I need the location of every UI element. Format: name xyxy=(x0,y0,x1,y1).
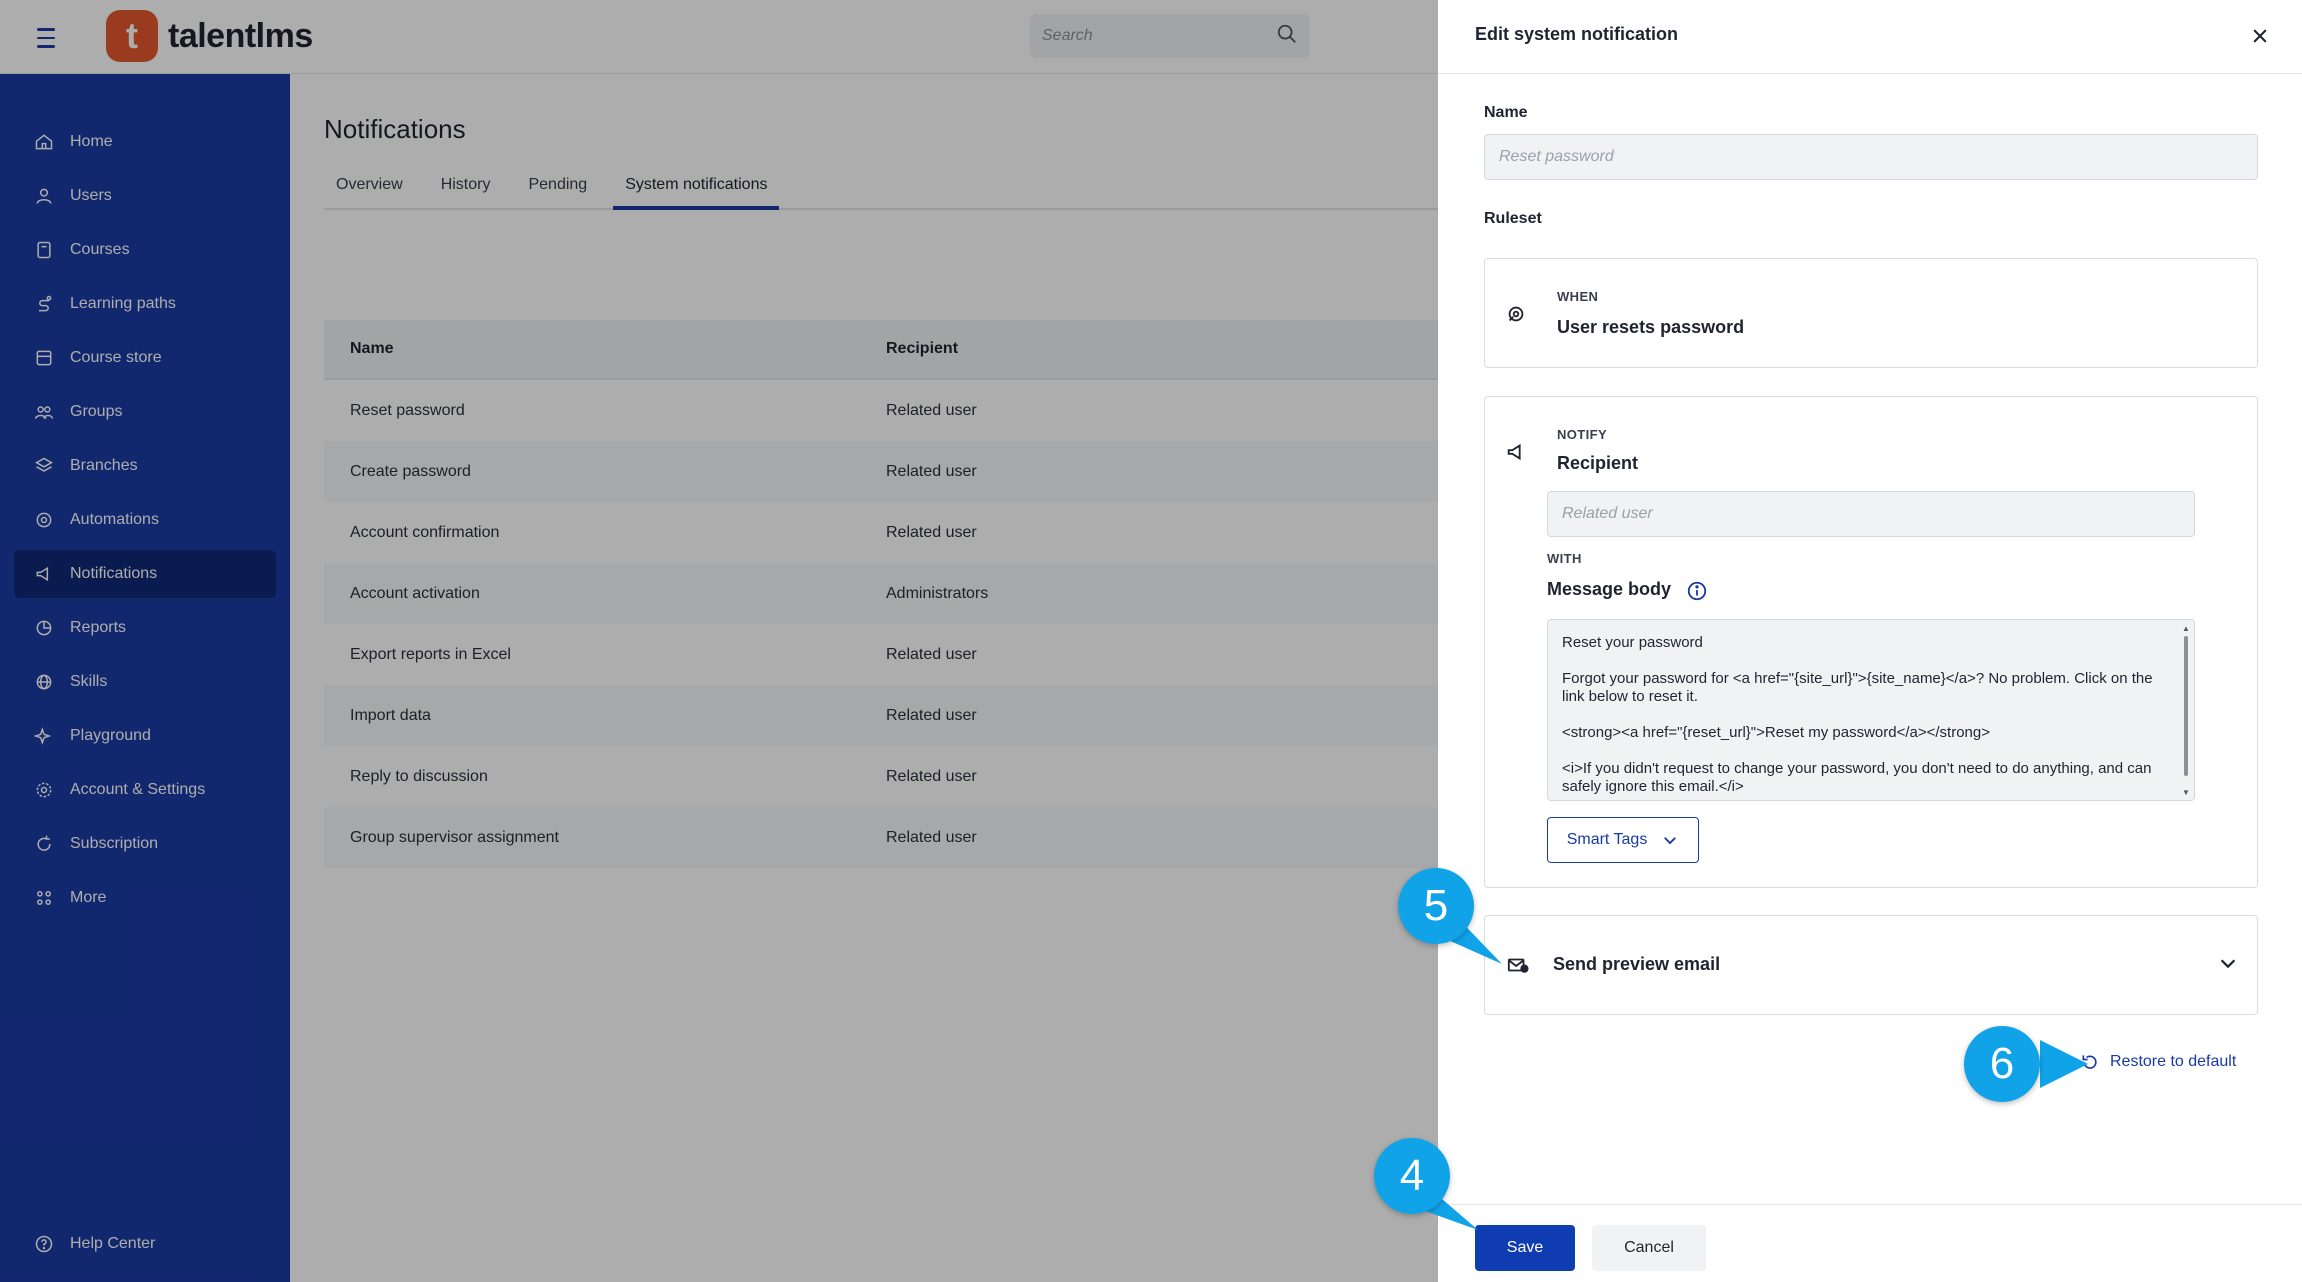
message-body-editor[interactable]: Reset your password Forgot your password… xyxy=(1547,619,2195,801)
message-body-text: Reset your password Forgot your password… xyxy=(1562,634,2162,800)
message-line: Reset your password xyxy=(1562,634,1703,651)
megaphone-icon xyxy=(1505,441,1527,463)
when-card: WHEN User resets password xyxy=(1484,258,2258,368)
recipient-label: Recipient xyxy=(1557,453,1639,473)
when-caption: WHEN xyxy=(1557,289,1599,304)
recipient-field: Related user xyxy=(1547,491,2195,537)
send-preview-email-section[interactable]: Send preview email xyxy=(1484,915,2258,1015)
chevron-down-icon xyxy=(1664,837,1677,845)
chevron-down-icon[interactable] xyxy=(2217,952,2239,974)
automation-icon xyxy=(1505,303,1527,325)
close-icon[interactable] xyxy=(2244,20,2276,52)
when-value: User resets password xyxy=(1557,317,1745,337)
smart-tags-label: Smart Tags xyxy=(1566,831,1648,848)
info-icon[interactable] xyxy=(1686,580,1707,601)
scroll-down-icon[interactable]: ▼ xyxy=(2182,788,2190,797)
cancel-button[interactable]: Cancel xyxy=(1592,1225,1706,1271)
scroll-up-icon[interactable]: ▲ xyxy=(2182,624,2190,633)
name-label: Name xyxy=(1484,104,1528,121)
with-caption: WITH xyxy=(1547,551,1582,566)
message-line: <strong><a href="{reset_url}">Reset my p… xyxy=(1562,724,1990,741)
drawer-footer: Save Cancel xyxy=(1438,1204,2302,1282)
step-callout-5: 5 xyxy=(1398,868,1474,944)
step-callout-6: 6 xyxy=(1964,1026,2040,1102)
drawer-title: Edit system notification xyxy=(1475,24,1679,44)
send-preview-label: Send preview email xyxy=(1553,954,1721,974)
message-body-label: Message body xyxy=(1547,579,1672,599)
step-callout-4: 4 xyxy=(1374,1138,1450,1214)
restore-label: Restore to default xyxy=(2110,1053,2237,1070)
name-field: Reset password xyxy=(1484,134,2258,180)
scroll-thumb[interactable] xyxy=(2184,636,2188,776)
message-line: Forgot your password for <a href="{site_… xyxy=(1562,670,2153,705)
edit-notification-drawer: Edit system notification Name Reset pass… xyxy=(1438,0,2302,1282)
notify-card: NOTIFY Recipient Related user WITH Messa… xyxy=(1484,396,2258,888)
smart-tags-button[interactable]: Smart Tags xyxy=(1547,817,1699,863)
notify-caption: NOTIFY xyxy=(1557,427,1608,442)
restore-to-default-link[interactable]: Restore to default xyxy=(2080,1052,2236,1072)
drawer-header: Edit system notification xyxy=(1438,0,2302,74)
message-scrollbar[interactable]: ▲ ▼ xyxy=(2181,624,2191,797)
message-line: <i>If you didn't request to change your … xyxy=(1562,760,2152,795)
ruleset-label: Ruleset xyxy=(1484,210,1542,227)
